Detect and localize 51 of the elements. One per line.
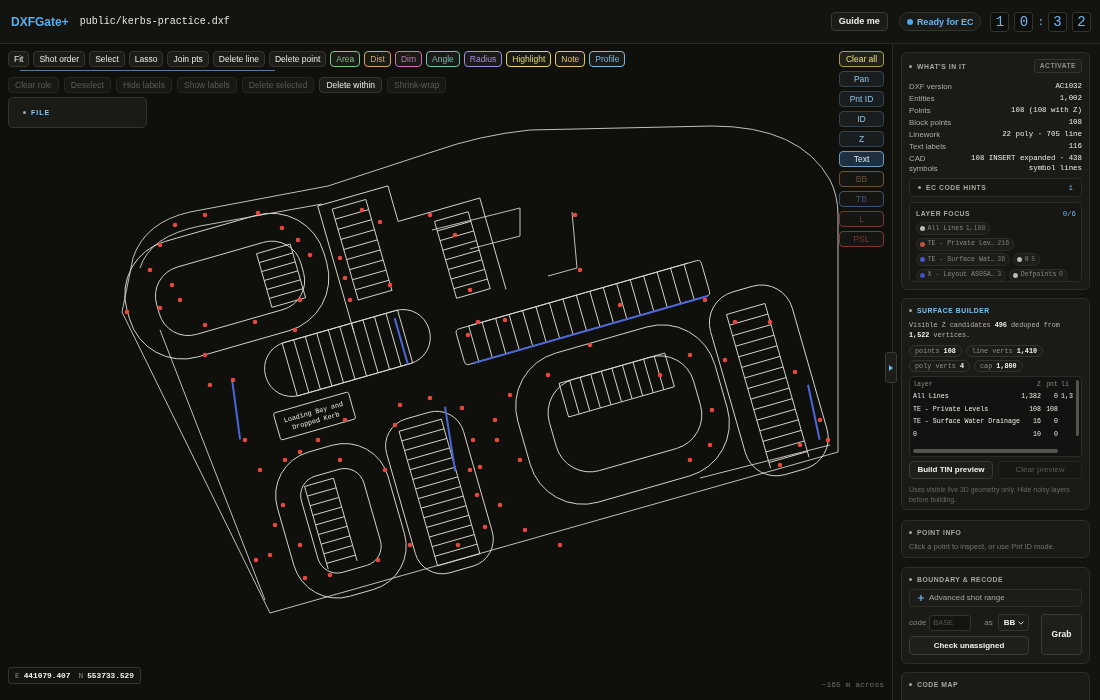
code-select[interactable]: BB: [997, 614, 1029, 631]
grab-button[interactable]: Grab: [1041, 614, 1082, 655]
plus-icon: [918, 595, 924, 601]
panel-toggle-button[interactable]: [885, 352, 897, 383]
tool-button[interactable]: Note: [555, 51, 586, 67]
tool-button[interactable]: Highlight: [506, 51, 552, 67]
tool-button[interactable]: Dist: [364, 51, 391, 67]
bullet-icon: [909, 577, 912, 581]
bullet-icon: [909, 64, 912, 68]
bullet-icon: [23, 111, 26, 114]
tool-button[interactable]: Select: [89, 51, 125, 67]
advanced-shot-range-toggle[interactable]: Advanced shot range: [909, 589, 1082, 607]
view-mode-button[interactable]: Pan: [839, 71, 884, 87]
app-logo: DXFGate+: [11, 14, 69, 29]
tool-button[interactable]: Fit: [8, 51, 30, 67]
guide-button[interactable]: Guide me: [830, 12, 888, 31]
bullet-icon: [909, 682, 912, 686]
clear-all-button[interactable]: Clear all: [839, 51, 884, 67]
surface-action-button[interactable]: Build TIN preview: [909, 461, 993, 479]
tool-button[interactable]: Profile: [589, 51, 626, 67]
bullet-icon: [909, 308, 912, 312]
tool-button[interactable]: Delete line: [212, 51, 265, 67]
bullet-icon: [918, 186, 921, 189]
field-label: as: [984, 618, 993, 627]
tool-button[interactable]: Radius: [463, 51, 503, 67]
tool-button[interactable]: Lasso: [128, 51, 164, 67]
horizontal-scrollbar[interactable]: [913, 449, 1058, 453]
clock-digit: 0: [1014, 11, 1034, 32]
scale-text: ~165 m across: [821, 680, 884, 689]
view-mode-button[interactable]: Pnt ID: [839, 91, 884, 107]
clock-digit: 2: [1072, 11, 1091, 32]
clock-separator: :: [1037, 15, 1044, 28]
tool-button[interactable]: Join pts: [167, 51, 209, 67]
clock-digit: 3: [1048, 11, 1067, 32]
view-mode-button[interactable]: ID: [839, 111, 884, 127]
tool-button[interactable]: Angle: [426, 51, 460, 67]
action-button[interactable]: Delete within: [319, 77, 383, 93]
clock-digit: 1: [990, 11, 1010, 32]
file-path: public/kerbs-practice.dxf: [79, 16, 230, 27]
vertical-scrollbar[interactable]: [1076, 380, 1079, 436]
tool-button[interactable]: Dim: [394, 51, 423, 67]
caret-icon: [1018, 620, 1024, 625]
view-mode-button[interactable]: Z: [839, 131, 884, 147]
bullet-icon: [909, 530, 912, 534]
status-label: Ready for EC: [916, 16, 974, 27]
field-label: code: [909, 618, 927, 627]
tool-button[interactable]: Area: [330, 51, 361, 67]
tool-button[interactable]: Shot order: [33, 51, 86, 67]
tool-button[interactable]: Delete point: [268, 51, 327, 67]
view-mode-button[interactable]: Text: [839, 151, 884, 167]
check-unassigned-button[interactable]: Check unassigned: [909, 636, 1029, 655]
